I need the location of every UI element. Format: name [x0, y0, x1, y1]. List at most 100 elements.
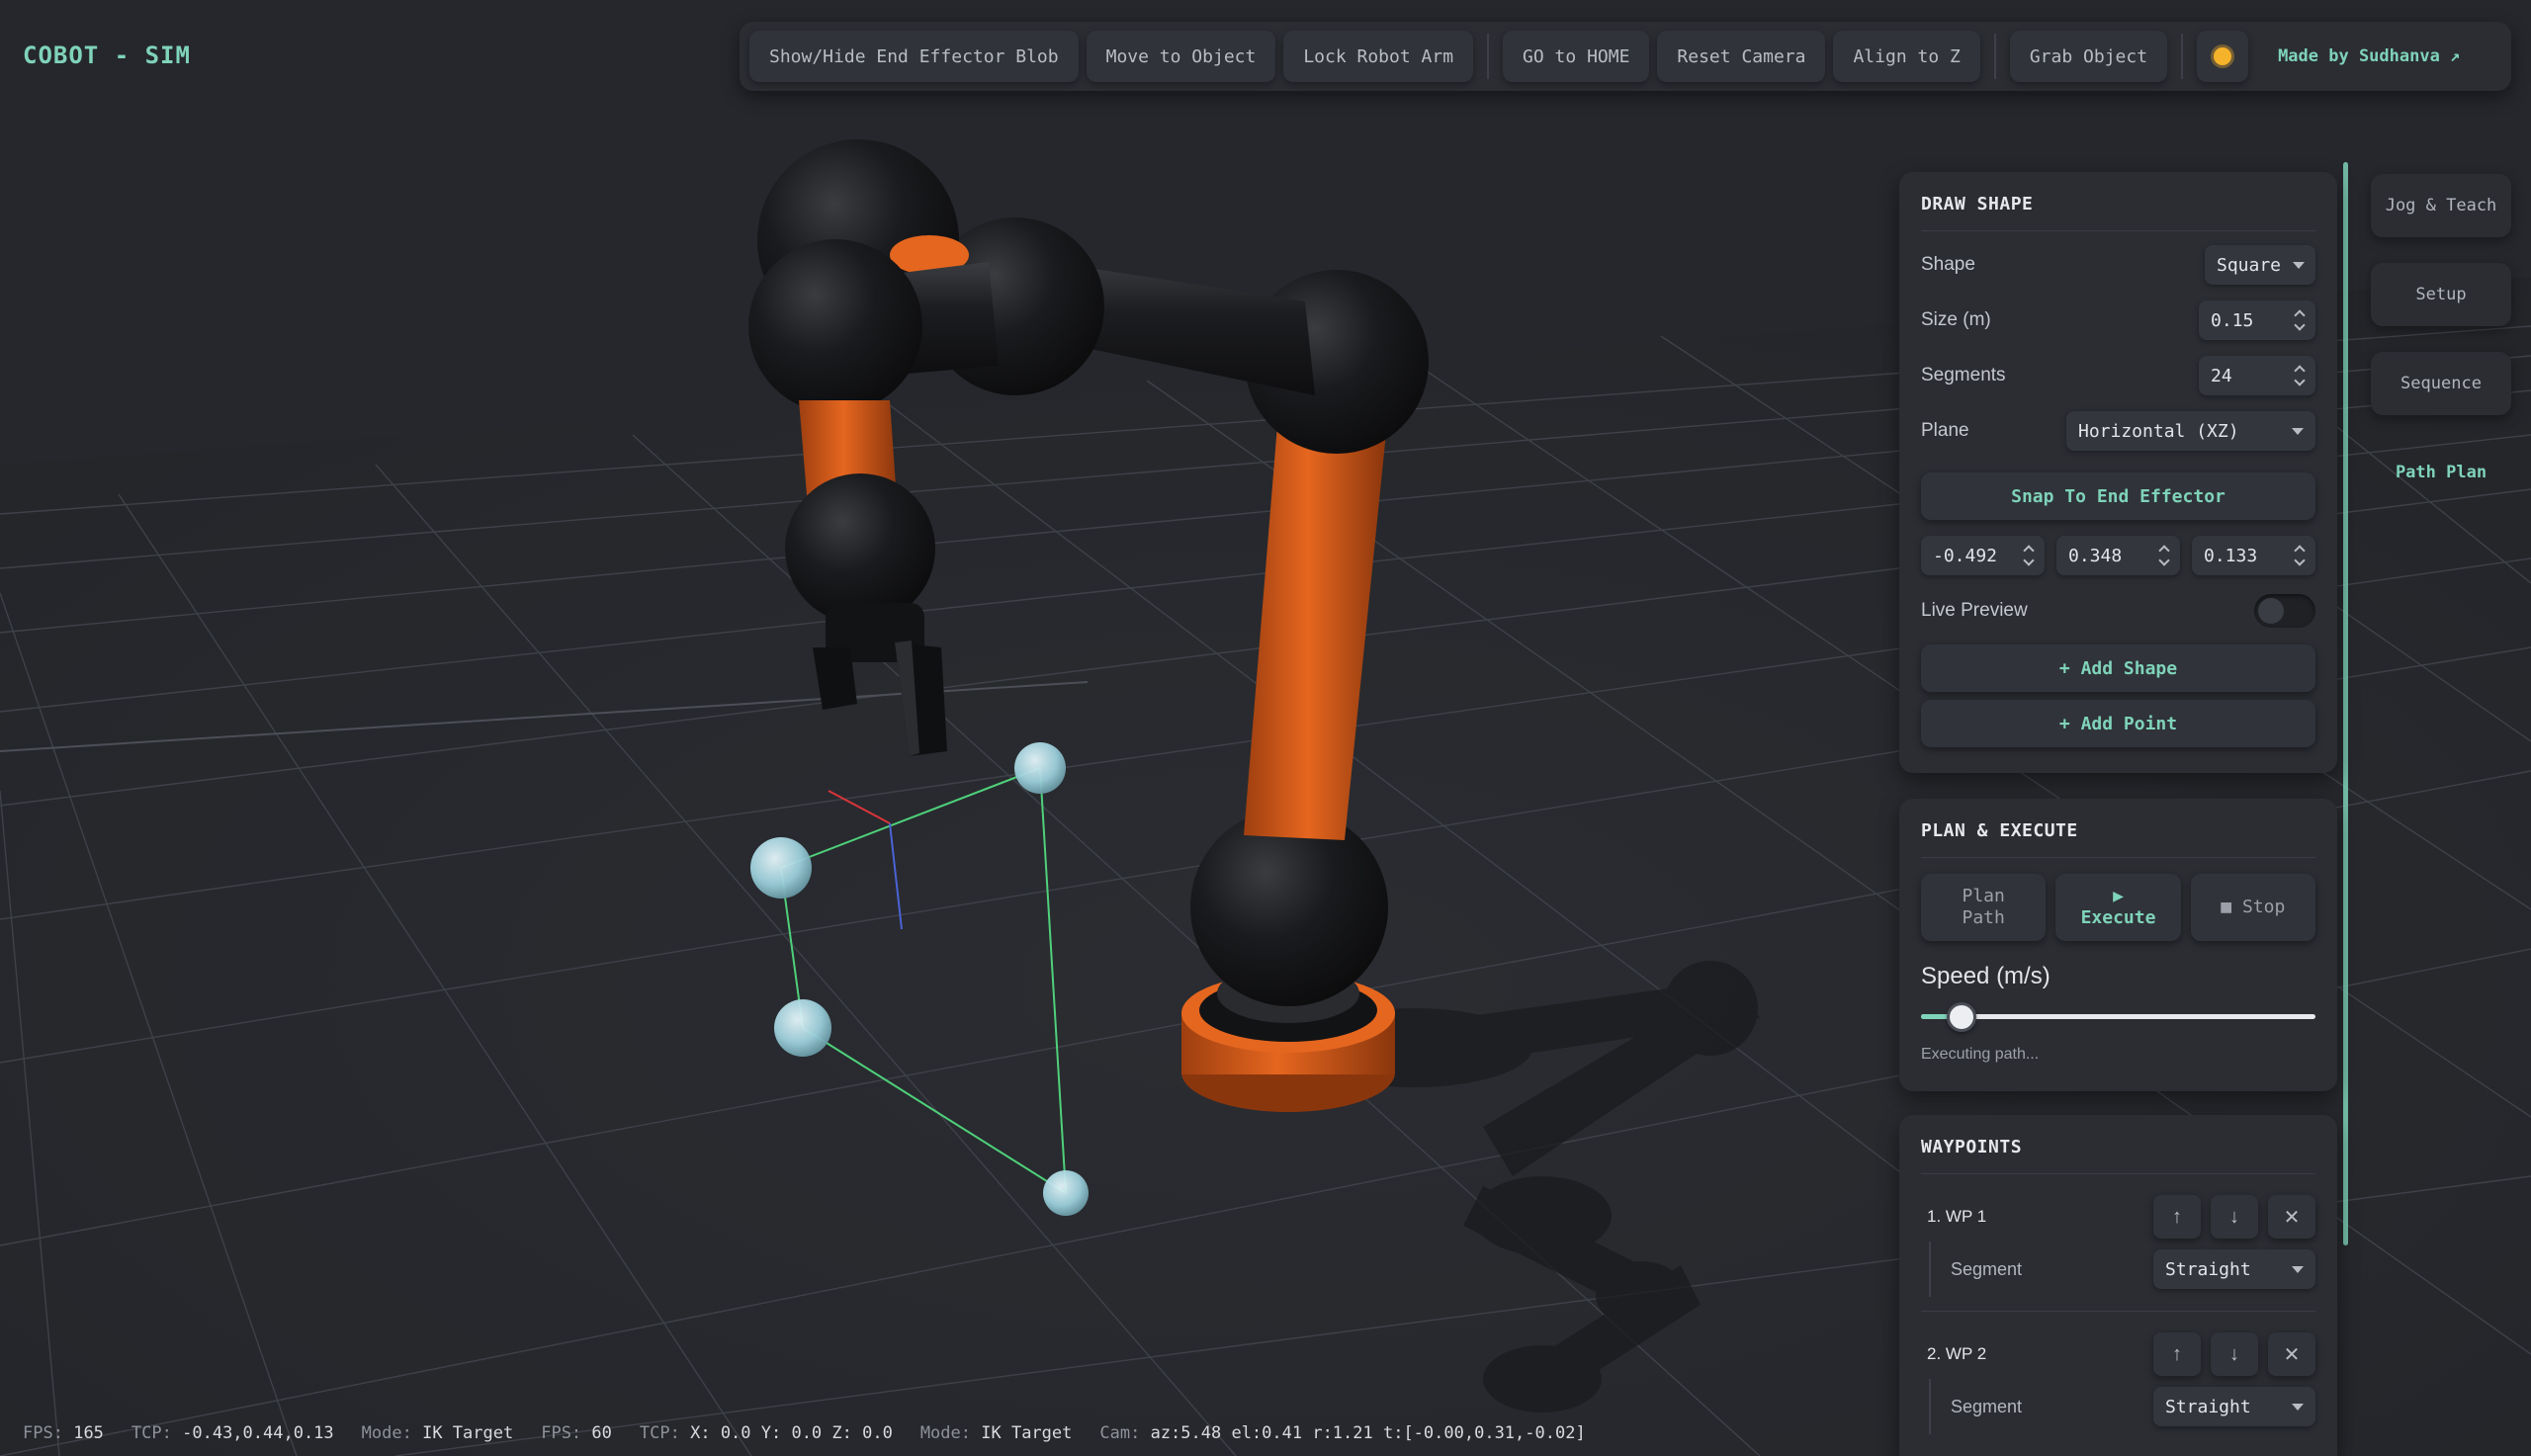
- coord-z-value: 0.133: [2204, 545, 2258, 566]
- move-to-object-button[interactable]: Move to Object: [1086, 31, 1276, 82]
- theme-toggle-button[interactable]: [2197, 31, 2249, 82]
- plan-path-label-line1: Plan: [1962, 886, 2005, 906]
- stepper-icon[interactable]: [2158, 545, 2170, 566]
- stepper-icon[interactable]: [2023, 545, 2035, 566]
- play-icon: ▶: [2113, 886, 2124, 906]
- close-icon: ✕: [2283, 1206, 2301, 1229]
- move-up-button[interactable]: ↑: [2153, 1195, 2201, 1239]
- waypoint-name: 2. WP 2: [1927, 1344, 1987, 1363]
- arrow-up-icon: ↑: [2172, 1342, 2182, 1365]
- move-down-button[interactable]: ↓: [2211, 1332, 2258, 1376]
- add-shape-button[interactable]: + Add Shape: [1921, 644, 2315, 692]
- side-tabs: Jog & Teach Setup Sequence Path Plan: [2371, 174, 2511, 530]
- stepper-icon[interactable]: [2294, 309, 2306, 331]
- speed-label: Speed (m/s): [1921, 963, 2051, 989]
- size-input[interactable]: 0.15: [2199, 300, 2315, 340]
- live-preview-toggle[interactable]: [2254, 594, 2315, 628]
- plan-execute-panel: PLAN & EXECUTE Plan Path ▶ Execute ■ Sto…: [1899, 799, 2337, 1091]
- panel-scrollbar[interactable]: [2343, 162, 2348, 1245]
- panel-title: DRAW SHAPE: [1921, 172, 2315, 231]
- stepper-icon[interactable]: [2294, 545, 2306, 566]
- shape-select[interactable]: Square: [2205, 245, 2315, 285]
- coord-x-value: -0.492: [1933, 545, 1998, 566]
- waypoint-marker: [774, 999, 831, 1057]
- plane-label: Plane: [1921, 420, 1969, 441]
- fps-readout: FPS: 60: [541, 1423, 612, 1443]
- arrow-up-icon: ↑: [2172, 1205, 2182, 1228]
- tab-sequence[interactable]: Sequence: [2371, 352, 2511, 415]
- live-preview-label: Live Preview: [1921, 600, 2028, 621]
- chevron-down-icon: [2292, 1403, 2304, 1411]
- plan-path-label-line2: Path: [1962, 907, 2005, 928]
- toolbar: Show/Hide End Effector Blob Move to Obje…: [740, 22, 2511, 91]
- coord-y-input[interactable]: 0.348: [2056, 536, 2180, 575]
- remove-waypoint-button[interactable]: ✕: [2268, 1332, 2315, 1376]
- waypoint-item: 1. WP 1 ↑ ↓ ✕ Segment Straight: [1921, 1174, 2315, 1312]
- segment-value: Straight: [2165, 1396, 2251, 1417]
- execution-status: Executing path...: [1921, 1046, 2040, 1063]
- toolbar-divider: [1993, 34, 1996, 79]
- reset-camera-button[interactable]: Reset Camera: [1657, 31, 1826, 82]
- grab-object-button[interactable]: Grab Object: [2009, 31, 2168, 82]
- plane-value: Horizontal (XZ): [2078, 420, 2239, 442]
- tcp-readout: TCP: -0.43,0.44,0.13: [131, 1423, 334, 1443]
- toolbar-divider: [2181, 34, 2184, 79]
- stepper-icon[interactable]: [2294, 365, 2306, 386]
- toolbar-divider: [1487, 34, 1490, 79]
- segments-label: Segments: [1921, 365, 2006, 385]
- stop-button[interactable]: ■ Stop: [2190, 874, 2315, 941]
- tab-jog-teach[interactable]: Jog & Teach: [2371, 174, 2511, 237]
- camera-readout: Cam: az:5.48 el:0.41 r:1.21 t:[-0.00,0.3…: [1099, 1423, 1586, 1443]
- panel-title: PLAN & EXECUTE: [1921, 799, 2315, 858]
- app-title: COBOT - SIM: [23, 42, 191, 69]
- remove-waypoint-button[interactable]: ✕: [2268, 1195, 2315, 1239]
- align-to-z-button[interactable]: Align to Z: [1833, 31, 1980, 82]
- waypoints-panel: WAYPOINTS 1. WP 1 ↑ ↓ ✕ Segment Straight…: [1899, 1115, 2337, 1456]
- made-by-link[interactable]: Made by Sudhanva ↗: [2256, 31, 2482, 82]
- size-label: Size (m): [1921, 309, 1991, 330]
- chevron-down-icon: [2292, 1265, 2304, 1273]
- status-bar: FPS: 165 TCP: -0.43,0.44,0.13 Mode: IK T…: [23, 1423, 1586, 1443]
- tcp-readout: TCP: X: 0.0 Y: 0.0 Z: 0.0: [639, 1423, 893, 1443]
- slider-track: [1921, 1014, 2315, 1019]
- tab-setup[interactable]: Setup: [2371, 263, 2511, 326]
- mode-readout: Mode: IK Target: [919, 1423, 1073, 1443]
- snap-to-end-effector-button[interactable]: Snap To End Effector: [1921, 472, 2315, 520]
- plan-path-button[interactable]: Plan Path: [1921, 874, 2047, 941]
- waypoint-marker: [750, 837, 812, 899]
- go-home-button[interactable]: GO to HOME: [1503, 31, 1650, 82]
- panel-title: WAYPOINTS: [1921, 1115, 2315, 1174]
- segment-select[interactable]: Straight: [2153, 1249, 2315, 1289]
- chevron-down-icon: [2293, 261, 2306, 269]
- execute-button[interactable]: ▶ Execute: [2055, 874, 2181, 941]
- plane-select[interactable]: Horizontal (XZ): [2066, 411, 2315, 451]
- coord-y-value: 0.348: [2068, 545, 2123, 566]
- slider-handle[interactable]: [1947, 1002, 1976, 1032]
- close-icon: ✕: [2283, 1343, 2301, 1366]
- arrow-down-icon: ↓: [2229, 1342, 2239, 1365]
- draw-shape-panel: DRAW SHAPE Shape Square Size (m) 0.15 Se…: [1899, 172, 2337, 773]
- shape-value: Square: [2217, 254, 2282, 276]
- waypoint-marker: [1014, 742, 1066, 794]
- move-up-button[interactable]: ↑: [2153, 1332, 2201, 1376]
- arrow-down-icon: ↓: [2229, 1205, 2239, 1228]
- segments-input[interactable]: 24: [2199, 356, 2315, 395]
- waypoint-name: 1. WP 1: [1927, 1207, 1987, 1226]
- chevron-down-icon: [2292, 427, 2304, 435]
- segment-label: Segment: [1951, 1396, 2023, 1416]
- lock-robot-arm-button[interactable]: Lock Robot Arm: [1283, 31, 1474, 82]
- mode-readout: Mode: IK Target: [361, 1423, 514, 1443]
- tab-path-plan[interactable]: Path Plan: [2371, 441, 2511, 504]
- segment-select[interactable]: Straight: [2153, 1387, 2315, 1426]
- coord-x-input[interactable]: -0.492: [1921, 536, 2045, 575]
- size-value: 0.15: [2211, 309, 2254, 331]
- speed-slider[interactable]: [1921, 996, 2315, 1036]
- toggle-end-effector-blob-button[interactable]: Show/Hide End Effector Blob: [749, 31, 1079, 82]
- fps-readout: FPS: 165: [23, 1423, 104, 1443]
- add-point-button[interactable]: + Add Point: [1921, 700, 2315, 747]
- coord-z-input[interactable]: 0.133: [2192, 536, 2315, 575]
- waypoint-item: 2. WP 2 ↑ ↓ ✕ Segment Straight: [1921, 1312, 2315, 1434]
- move-down-button[interactable]: ↓: [2211, 1195, 2258, 1239]
- sun-icon: [2214, 47, 2232, 65]
- execute-label: Execute: [2080, 907, 2156, 928]
